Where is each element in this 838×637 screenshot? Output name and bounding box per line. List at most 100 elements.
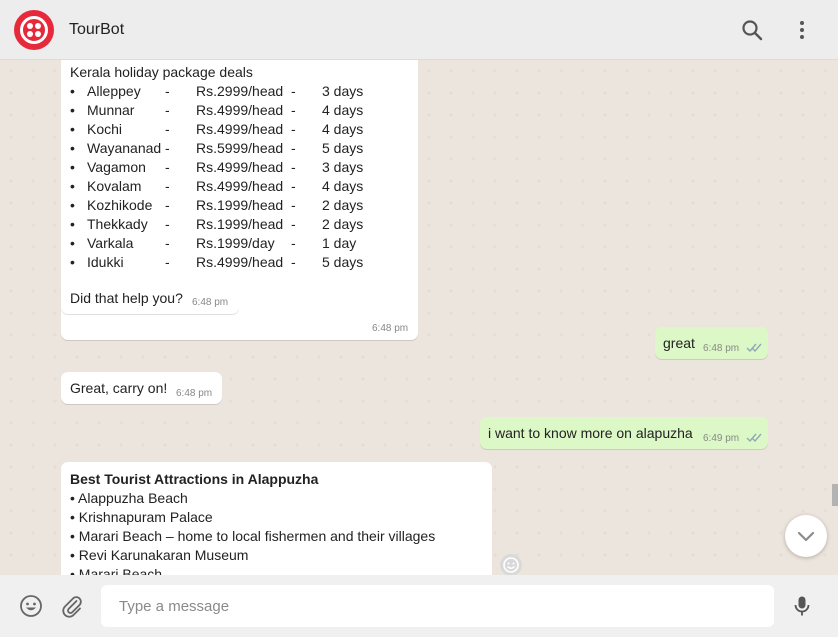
package-dash1: - [165, 83, 170, 99]
package-row: • Wayananad - Rs.5999/head -5 days [70, 140, 370, 159]
message-input[interactable] [101, 585, 774, 627]
message-text: Did that help you? [70, 290, 183, 306]
package-dash1: - [165, 121, 170, 137]
package-bullet: • [70, 178, 75, 194]
package-dash2: - [291, 254, 296, 270]
scrollbar-thumb[interactable] [832, 484, 838, 506]
message-outgoing-alapuzha: i want to know more on alapuzha 6:49 pm [480, 417, 768, 449]
chat-title: TourBot [69, 21, 125, 38]
chat-header: TourBot [0, 0, 838, 60]
package-days: 1 day [322, 235, 357, 251]
package-row: • Alleppey - Rs.2999/head -3 days [70, 83, 370, 102]
package-dash2: - [291, 216, 296, 232]
package-dash1: - [165, 254, 170, 270]
package-dash2: - [291, 102, 296, 118]
package-dash1: - [165, 102, 170, 118]
message-text: i want to know more on alapuzha [488, 425, 693, 441]
scroll-to-bottom-button[interactable] [785, 515, 827, 557]
package-bullet: • [70, 140, 75, 156]
message-text: great [663, 335, 695, 351]
package-price: Rs.1999/day [196, 235, 275, 251]
package-place: Kovalam [87, 178, 142, 194]
package-price: Rs.4999/head [196, 159, 284, 175]
message-time: 6:48 pm [192, 297, 229, 308]
package-days: 4 days [322, 102, 364, 118]
package-row: • Thekkady - Rs.1999/head -2 days [70, 216, 370, 235]
package-dash2: - [291, 121, 296, 137]
logo-dot [27, 31, 33, 37]
package-price: Rs.4999/head [196, 254, 284, 270]
package-price: Rs.4999/head [196, 121, 284, 137]
kebab-menu-icon[interactable] [790, 18, 814, 42]
logo-ring [20, 16, 48, 44]
package-price: Rs.1999/head [196, 216, 284, 232]
double-check-icon [746, 433, 762, 443]
package-row: • Idukki - Rs.4999/head -5 days [70, 254, 370, 273]
microphone-icon[interactable] [790, 594, 814, 618]
message-incoming-attractions: Best Tourist Attractions in Alappuzha • … [61, 462, 492, 575]
package-bullet: • [70, 197, 75, 213]
package-place: Thekkady [87, 216, 148, 232]
chat-area[interactable]: Kerala holiday package deals • Alleppey - R… [0, 60, 838, 575]
message-text: Great, carry on! [70, 380, 168, 396]
twilio-logo-icon[interactable] [14, 10, 54, 50]
package-days: 3 days [322, 159, 364, 175]
attraction-item: • Marari Beach – home to local fishermen… [70, 528, 436, 544]
package-bullet: • [70, 102, 75, 118]
package-price: Rs.1999/head [196, 197, 284, 213]
package-days: 2 days [322, 216, 364, 232]
package-place: Varkala [87, 235, 134, 251]
attraction-item: • Marari Beach [70, 566, 163, 575]
double-check-icon [746, 343, 762, 353]
package-place: Kozhikode [87, 197, 153, 213]
package-dash2: - [291, 140, 296, 156]
reaction-smiley-icon[interactable] [500, 554, 522, 575]
package-dash1: - [165, 197, 170, 213]
package-row: • Varkala - Rs.1999/day -1 day [70, 235, 370, 254]
package-place: Alleppey [87, 83, 141, 99]
package-price: Rs.4999/head [196, 102, 284, 118]
package-place: Kochi [87, 121, 123, 137]
package-price: Rs.5999/head [196, 140, 284, 156]
message-incoming-carry: Great, carry on! 6:48 pm [61, 372, 222, 404]
package-place: Idukki [87, 254, 124, 270]
package-dash1: - [165, 140, 170, 156]
package-place: Wayananad [87, 140, 162, 156]
package-bullet: • [70, 216, 75, 232]
package-bullet: • [70, 83, 75, 99]
package-dash2: - [291, 159, 296, 175]
package-days: 3 days [322, 83, 364, 99]
package-dash1: - [165, 216, 170, 232]
package-row: • Kochi - Rs.4999/head -4 days [70, 121, 370, 140]
search-icon[interactable] [740, 18, 764, 42]
message-time: 6:49 pm [703, 433, 740, 444]
package-row: • Vagamon - Rs.4999/head -3 days [70, 159, 370, 178]
attraction-item: • Krishnapuram Palace [70, 509, 213, 525]
message-incoming-help: Did that help you? 6:48 pm [61, 282, 239, 314]
package-dash1: - [165, 159, 170, 175]
package-days: 2 days [322, 197, 364, 213]
paperclip-icon[interactable] [60, 594, 84, 618]
chevron-down-icon [797, 531, 815, 542]
package-row: • Munnar - Rs.4999/head -4 days [70, 102, 370, 121]
package-dash2: - [291, 178, 296, 194]
message-outgoing-great: great 6:48 pm [655, 327, 768, 359]
package-days: 5 days [322, 140, 364, 156]
logo-dot [35, 23, 41, 29]
package-dash1: - [165, 178, 170, 194]
compose-bar [0, 575, 838, 637]
package-place: Munnar [87, 102, 135, 118]
logo-dot [35, 31, 41, 37]
message-time: 6:48 pm [372, 323, 409, 334]
package-price: Rs.4999/head [196, 178, 284, 194]
package-bullet: • [70, 121, 75, 137]
package-dash2: - [291, 235, 296, 251]
smiley-icon[interactable] [19, 594, 43, 618]
message-heading: Best Tourist Attractions in Alappuzha [70, 471, 319, 487]
package-place: Vagamon [87, 159, 146, 175]
message-time: 6:48 pm [176, 388, 213, 399]
package-row: • Kovalam - Rs.4999/head -4 days [70, 178, 370, 197]
message-time: 6:48 pm [703, 343, 740, 354]
message-heading: Kerala holiday package deals [70, 64, 253, 80]
package-bullet: • [70, 235, 75, 251]
